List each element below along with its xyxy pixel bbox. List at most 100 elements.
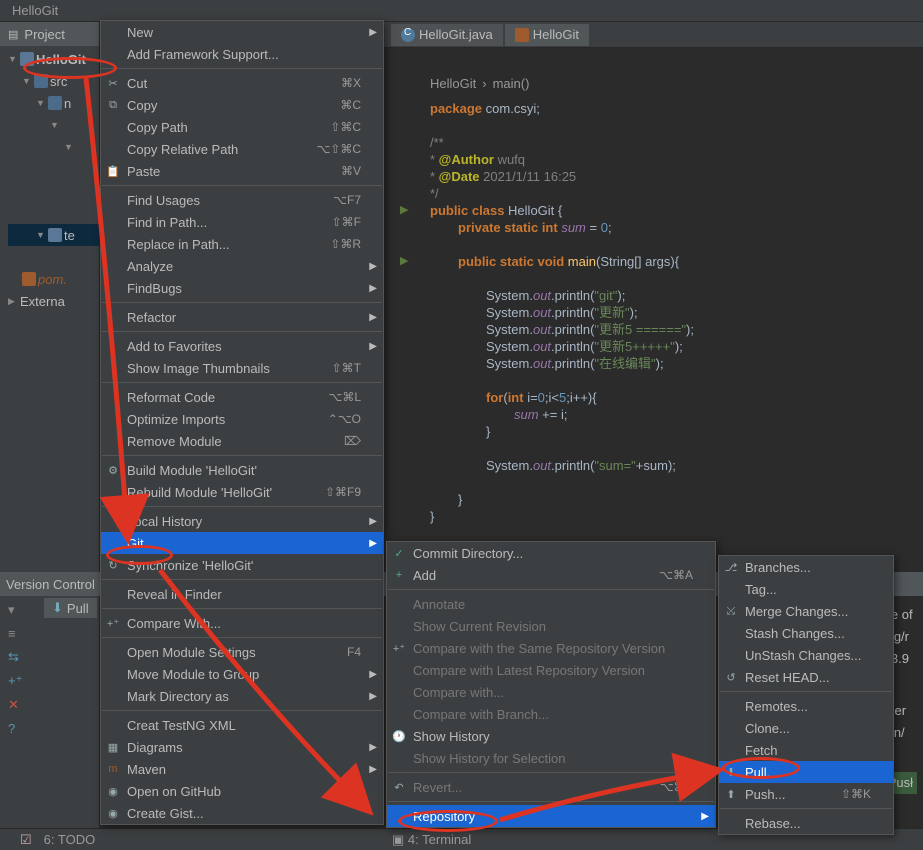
filter-icon[interactable]: ▾ — [8, 602, 32, 618]
tree-root[interactable]: ▼HelloGit — [8, 48, 99, 70]
editor-tab-1[interactable]: HelloGit.java — [391, 24, 503, 46]
menu-show-history[interactable]: 🕐Show History — [387, 725, 715, 747]
tree-node[interactable]: ▼ — [8, 136, 99, 158]
history-icon: 🕐 — [391, 728, 407, 744]
tree-node[interactable]: ▼n — [8, 92, 99, 114]
paste-icon: 📋 — [105, 163, 121, 179]
sidebar-tab-project[interactable]: ▤ Project — [0, 22, 99, 46]
menu-compare-branch[interactable]: Compare with Branch... — [387, 703, 715, 725]
github-icon: ◉ — [105, 783, 121, 799]
menu-merge[interactable]: ⤩Merge Changes... — [719, 600, 893, 622]
menu-git-add[interactable]: +Add⌥⌘A — [387, 564, 715, 586]
menu-synchronize[interactable]: ↻Synchronize 'HelloGit' — [101, 554, 383, 576]
menu-module-settings[interactable]: Open Module SettingsF4 — [101, 641, 383, 663]
menu-mark-directory[interactable]: Mark Directory as▶ — [101, 685, 383, 707]
github-icon: ◉ — [105, 805, 121, 821]
vc-tab-pull[interactable]: ⬇Pull — [44, 598, 97, 618]
menu-testng[interactable]: Creat TestNG XML — [101, 714, 383, 736]
menu-move-module[interactable]: Move Module to Group▶ — [101, 663, 383, 685]
menu-pull[interactable]: ⬇Pull... — [719, 761, 893, 783]
menu-push[interactable]: ⬆Push...⇧⌘K — [719, 783, 893, 805]
menu-new[interactable]: New▶ — [101, 21, 383, 43]
collapse-icon[interactable]: ≡ — [8, 626, 32, 641]
menu-find-in-path[interactable]: Find in Path...⇧⌘F — [101, 211, 383, 233]
compare-icon: +⁺ — [391, 640, 407, 656]
menu-fetch[interactable]: Fetch — [719, 739, 893, 761]
branch-icon: ⎇ — [723, 559, 739, 575]
tree-node[interactable]: ▼ — [8, 114, 99, 136]
gutter-run-icon[interactable]: ▶ — [400, 253, 408, 270]
menu-reveal-finder[interactable]: Reveal in Finder — [101, 583, 383, 605]
menu-repository[interactable]: Repository▶ — [387, 805, 715, 827]
menu-remotes[interactable]: Remotes... — [719, 695, 893, 717]
menu-add-framework[interactable]: Add Framework Support... — [101, 43, 383, 65]
menu-branches[interactable]: ⎇Branches... — [719, 556, 893, 578]
status-todo[interactable]: 6: TODO — [44, 832, 96, 847]
menu-copy-path[interactable]: Copy Path⇧⌘C — [101, 116, 383, 138]
reset-icon: ↺ — [723, 669, 739, 685]
compare-icon: +⁺ — [105, 615, 121, 631]
menu-optimize-imports[interactable]: Optimize Imports⌃⌥O — [101, 408, 383, 430]
status-terminal[interactable]: Terminal — [422, 832, 471, 847]
menu-tag[interactable]: Tag... — [719, 578, 893, 600]
vc-toolbar: ▾ ≡ ⇆ +⁺ ✕ ? — [0, 596, 40, 742]
menu-compare-same-repo[interactable]: +⁺Compare with the Same Repository Versi… — [387, 637, 715, 659]
pull-icon: ⬇ — [52, 600, 63, 616]
tree-src[interactable]: ▼src — [8, 70, 99, 92]
maven-icon — [515, 28, 529, 42]
menu-show-thumbnails[interactable]: Show Image Thumbnails⇧⌘T — [101, 357, 383, 379]
cut-icon: ✂ — [105, 75, 121, 91]
build-icon: ⚙ — [105, 462, 121, 478]
editor-tab-2[interactable]: HelloGit — [505, 24, 589, 46]
menu-copy-relative-path[interactable]: Copy Relative Path⌥⇧⌘C — [101, 138, 383, 160]
menu-revert[interactable]: ↶Revert...⌥⌘Z — [387, 776, 715, 798]
menu-local-history[interactable]: Local History▶ — [101, 510, 383, 532]
help-icon[interactable]: ? — [8, 721, 32, 736]
menu-copy[interactable]: ⧉Copy⌘C — [101, 94, 383, 116]
vc-title: Version Control — [6, 577, 95, 592]
tree-pom[interactable]: pom. — [8, 268, 99, 290]
commit-icon: ✓ — [391, 545, 407, 561]
expand-icon[interactable]: ⇆ — [8, 649, 32, 665]
sidebar-tab-label: Project — [24, 27, 64, 42]
menu-rebuild-module[interactable]: Rebuild Module 'HelloGit'⇧⌘F9 — [101, 481, 383, 503]
menu-compare-latest[interactable]: Compare with Latest Repository Version — [387, 659, 715, 681]
menu-open-github[interactable]: ◉Open on GitHub — [101, 780, 383, 802]
menu-cut[interactable]: ✂Cut⌘X — [101, 72, 383, 94]
diagram-icon: ▦ — [105, 739, 121, 755]
gutter-run-icon[interactable]: ▶ — [400, 202, 408, 219]
menu-reformat[interactable]: Reformat Code⌥⌘L — [101, 386, 383, 408]
tree-external[interactable]: ▶Externa — [8, 290, 99, 312]
menu-reset-head[interactable]: ↺Reset HEAD... — [719, 666, 893, 688]
menu-stash[interactable]: Stash Changes... — [719, 622, 893, 644]
menu-findbugs[interactable]: FindBugs▶ — [101, 277, 383, 299]
menu-maven[interactable]: mMaven▶ — [101, 758, 383, 780]
menu-diagrams[interactable]: ▦Diagrams▶ — [101, 736, 383, 758]
menu-rebase[interactable]: Rebase... — [719, 812, 893, 834]
menu-git[interactable]: Git▶ — [101, 532, 383, 554]
diff-icon[interactable]: +⁺ — [8, 673, 32, 689]
nav-project[interactable]: HelloGit — [8, 3, 62, 18]
menu-find-usages[interactable]: Find Usages⌥F7 — [101, 189, 383, 211]
menu-build-module[interactable]: ⚙Build Module 'HelloGit' — [101, 459, 383, 481]
menu-compare-with[interactable]: +⁺Compare With... — [101, 612, 383, 634]
menu-add-favorites[interactable]: Add to Favorites▶ — [101, 335, 383, 357]
menu-commit-dir[interactable]: ✓Commit Directory... — [387, 542, 715, 564]
menu-clone[interactable]: Clone... — [719, 717, 893, 739]
close-icon[interactable]: ✕ — [8, 697, 32, 713]
maven-icon: m — [105, 761, 121, 777]
menu-paste[interactable]: 📋Paste⌘V — [101, 160, 383, 182]
copy-icon: ⧉ — [105, 97, 121, 113]
menu-create-gist[interactable]: ◉Create Gist... — [101, 802, 383, 824]
menu-refactor[interactable]: Refactor▶ — [101, 306, 383, 328]
menu-unstash[interactable]: UnStash Changes... — [719, 644, 893, 666]
menu-remove-module[interactable]: Remove Module⌦ — [101, 430, 383, 452]
tree-node-selected[interactable]: ▼te — [8, 224, 99, 246]
menu-compare-with[interactable]: Compare with... — [387, 681, 715, 703]
menu-show-current-rev[interactable]: Show Current Revision — [387, 615, 715, 637]
context-menu-main: New▶ Add Framework Support... ✂Cut⌘X ⧉Co… — [100, 20, 384, 825]
menu-analyze[interactable]: Analyze▶ — [101, 255, 383, 277]
menu-annotate[interactable]: Annotate — [387, 593, 715, 615]
menu-replace-in-path[interactable]: Replace in Path...⇧⌘R — [101, 233, 383, 255]
menu-show-history-sel[interactable]: Show History for Selection — [387, 747, 715, 769]
